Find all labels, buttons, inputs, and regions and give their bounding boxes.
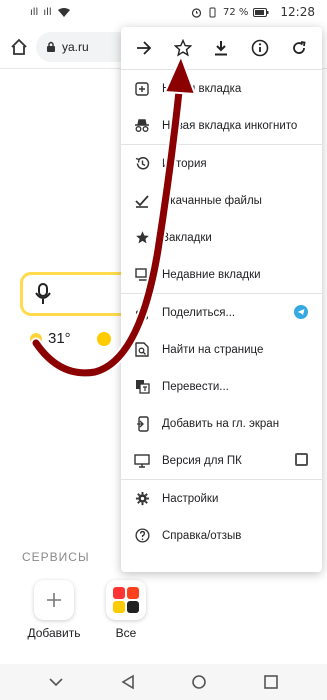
forward-button[interactable]: [130, 34, 158, 62]
download-icon: [215, 41, 228, 56]
menu-item-label: Настройки: [162, 492, 219, 505]
menu-item-label: Версия для ПК: [162, 454, 242, 467]
desktop-version-checkbox[interactable]: [295, 453, 308, 466]
reload-button[interactable]: [285, 34, 313, 62]
status-right: 72 % 12:28: [191, 5, 315, 19]
recents-square-icon: [264, 675, 278, 689]
plus-icon: [47, 593, 61, 607]
lock-icon: [47, 41, 55, 52]
add-label: Добавить: [27, 626, 81, 640]
menu-action-row: [121, 27, 322, 69]
help-icon: [134, 528, 150, 544]
menu-item-label: Новая вкладка: [162, 82, 242, 95]
back-triangle-icon: [121, 674, 134, 690]
sun-icon: [30, 332, 42, 345]
menu-item-label: Справка/отзыв: [162, 529, 242, 542]
services-heading: СЕРВИСЫ: [22, 550, 90, 564]
add-home-icon: [134, 415, 150, 432]
menu-item-share[interactable]: Поделиться...: [121, 294, 322, 331]
bookmarks-icon: [134, 230, 150, 246]
temperature: 31°: [48, 330, 71, 347]
menu-item-label: Найти на странице: [162, 343, 264, 356]
bookmark-star-button[interactable]: [169, 34, 197, 62]
chevron-down-icon: [49, 678, 63, 687]
telegram-icon: [294, 305, 308, 319]
battery-percent: 72 %: [223, 6, 249, 18]
add-tile: [34, 580, 74, 620]
star-icon: [173, 39, 192, 57]
wifi-icon: [57, 7, 70, 17]
weather-widget[interactable]: 31°: [30, 330, 71, 347]
home-icon: [11, 38, 27, 55]
forward-icon: [137, 41, 152, 55]
signal-icon-2: ıll: [43, 6, 52, 18]
menu-item-label: Добавить на гл. экран: [162, 417, 280, 430]
menu-item-help[interactable]: Справка/отзыв: [121, 517, 322, 554]
clock: 12:28: [280, 5, 315, 19]
traffic-icon[interactable]: [97, 332, 111, 346]
signal-icon: ıll: [30, 6, 39, 18]
battery-icon: [253, 7, 269, 17]
status-bar: ıll ıll 72 % 12:28: [0, 0, 327, 24]
nav-back-button[interactable]: [116, 670, 140, 694]
home-button[interactable]: [8, 36, 30, 58]
recent-tabs-icon: [134, 267, 150, 283]
nav-home-button[interactable]: [187, 670, 211, 694]
settings-icon: [134, 491, 150, 507]
alarm-icon: [191, 7, 202, 18]
status-left: ıll ıll: [30, 7, 71, 18]
menu-item-new-tab[interactable]: Новая вкладка: [121, 70, 322, 107]
menu-item-label: Недавние вкладки: [162, 268, 261, 281]
url-text: ya.ru: [62, 40, 89, 54]
downloads-icon: [134, 193, 150, 209]
home-circle-icon: [192, 675, 207, 689]
menu-item-label: Закладки: [162, 231, 212, 244]
desktop-icon: [134, 453, 150, 469]
share-icon: [134, 305, 150, 321]
menu-item-downloads[interactable]: Скачанные файлы: [121, 182, 322, 219]
nav-recents-button[interactable]: [259, 670, 283, 694]
menu-item-recent-tabs[interactable]: Недавние вкладки: [121, 256, 322, 293]
all-tile: [106, 580, 146, 620]
find-icon: [134, 342, 150, 358]
menu-item-label: Новая вкладка инкогнито: [162, 119, 298, 132]
history-icon: [134, 156, 150, 172]
menu-item-label: Перевести...: [162, 380, 229, 393]
translate-icon: [134, 379, 150, 395]
menu-item-incognito[interactable]: Новая вкладка инкогнито: [121, 107, 322, 144]
menu-item-settings[interactable]: Настройки: [121, 480, 322, 517]
vibrate-icon: [209, 7, 216, 17]
incognito-icon: [134, 118, 150, 134]
overflow-menu: Новая вкладка Новая вкладка инкогнито Ис…: [121, 27, 322, 572]
page-info-button[interactable]: [246, 34, 274, 62]
apps-grid-icon: [113, 587, 139, 613]
menu-item-label: Поделиться...: [162, 306, 236, 319]
menu-item-desktop[interactable]: Версия для ПК: [121, 442, 322, 479]
menu-item-find[interactable]: Найти на странице: [121, 331, 322, 368]
add-service-button[interactable]: Добавить: [24, 580, 84, 640]
menu-item-translate[interactable]: Перевести...: [121, 368, 322, 405]
menu-item-label: Скачанные файлы: [162, 194, 262, 207]
download-page-button[interactable]: [207, 34, 235, 62]
menu-item-label: История: [162, 157, 207, 170]
mic-icon[interactable]: [35, 283, 51, 305]
nav-hide-button[interactable]: [44, 670, 68, 694]
menu-item-add-home[interactable]: Добавить на гл. экран: [121, 405, 322, 442]
info-icon: [251, 39, 269, 57]
menu-item-bookmarks[interactable]: Закладки: [121, 219, 322, 256]
new-tab-icon: [134, 81, 150, 97]
system-nav-bar: [0, 664, 327, 700]
menu-item-history[interactable]: История: [121, 145, 322, 182]
all-services-button[interactable]: Все: [96, 580, 156, 640]
all-label: Все: [115, 626, 137, 640]
reload-icon: [292, 41, 306, 54]
